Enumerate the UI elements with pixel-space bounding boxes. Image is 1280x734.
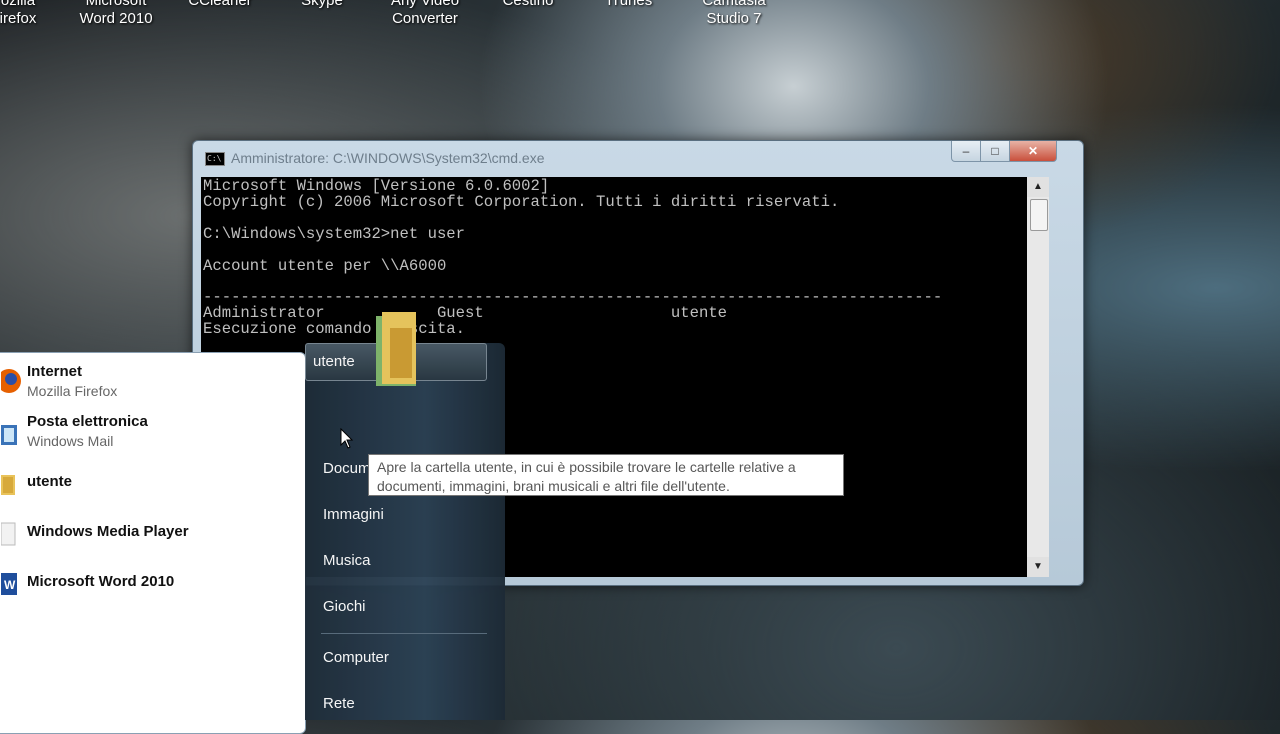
user-folder-icon [1,475,15,495]
close-button[interactable]: ✕ [1009,141,1057,162]
firefox-icon [1,369,21,393]
start-menu-places: utente Docum Immagini Musica Giochi Comp… [305,343,505,720]
desktop-icon-label: Microsoft Word 2010 [79,0,153,27]
program-title: Windows Media Player [27,523,189,540]
program-title: Internet [27,363,83,380]
user-folder-icon [376,312,416,386]
scroll-up-icon[interactable]: ▲ [1027,177,1049,197]
tooltip: Apre la cartella utente, in cui è possib… [368,454,844,496]
program-windows-media-player[interactable]: Windows Media Player [0,513,293,553]
desktop-icon-camtasia[interactable]: Camtasia Studio 7 [684,0,784,28]
place-rete[interactable]: Rete [323,695,355,712]
places-separator [321,633,487,634]
place-musica[interactable]: Musica [323,552,371,569]
place-giochi[interactable]: Giochi [323,598,366,615]
desktop-icon-ccleaner[interactable]: CCleaner [170,0,270,10]
desktop-icon-skype[interactable]: Skype [272,0,372,10]
svg-text:W: W [4,578,16,592]
desktop-icon-itunes[interactable]: iTunes [580,0,680,10]
program-subtitle: Mozilla Firefox [27,383,118,399]
desktop-icon-label: CCleaner [188,0,252,9]
program-subtitle: Windows Mail [27,433,114,449]
desktop-icon-cestino[interactable]: Cestino [478,0,578,10]
desktop-icon-any-video-converter[interactable]: Any Video Converter [375,0,475,28]
desktop-icon-label: Skype [301,0,343,9]
desktop-icon-firefox[interactable]: ozilla irefox [0,0,68,28]
start-menu-programs: Internet Mozilla Firefox Posta elettroni… [0,352,306,734]
program-title: Posta elettronica [27,413,148,430]
program-utente[interactable]: utente [0,463,293,503]
mail-icon [1,425,17,445]
program-internet[interactable]: Internet Mozilla Firefox [0,363,293,403]
place-computer[interactable]: Computer [323,649,389,666]
program-posta-elettronica[interactable]: Posta elettronica Windows Mail [0,413,293,453]
vertical-scrollbar[interactable]: ▲ ▼ [1027,177,1049,577]
mouse-pointer-icon [340,428,354,449]
cmd-window-title: Amministratore: C:\WINDOWS\System32\cmd.… [231,150,545,166]
place-immagini[interactable]: Immagini [323,506,384,523]
program-title: Microsoft Word 2010 [27,573,175,590]
program-microsoft-word[interactable]: W Microsoft Word 2010 [0,563,293,603]
media-player-icon [1,522,16,546]
cmd-app-icon: C:\ [205,152,225,166]
desktop-icon-label: ozilla irefox [0,0,37,27]
place-documenti[interactable]: Docum [323,460,371,477]
word-icon: W [1,573,17,595]
maximize-button[interactable]: □ [980,141,1010,162]
desktop-icon-label: Cestino [502,0,554,9]
scroll-down-icon[interactable]: ▼ [1027,557,1049,577]
program-title: utente [27,473,72,490]
desktop-icon-word[interactable]: Microsoft Word 2010 [66,0,166,28]
desktop-icon-label: Camtasia Studio 7 [702,0,766,27]
scroll-thumb[interactable] [1030,199,1048,231]
desktop-icon-label: iTunes [607,0,653,9]
console-text: Microsoft Windows [Versione 6.0.6002] Co… [203,177,943,339]
place-utente-label: utente [313,353,355,370]
desktop-icon-label: Any Video Converter [390,0,460,27]
minimize-button[interactable]: – [951,141,981,162]
